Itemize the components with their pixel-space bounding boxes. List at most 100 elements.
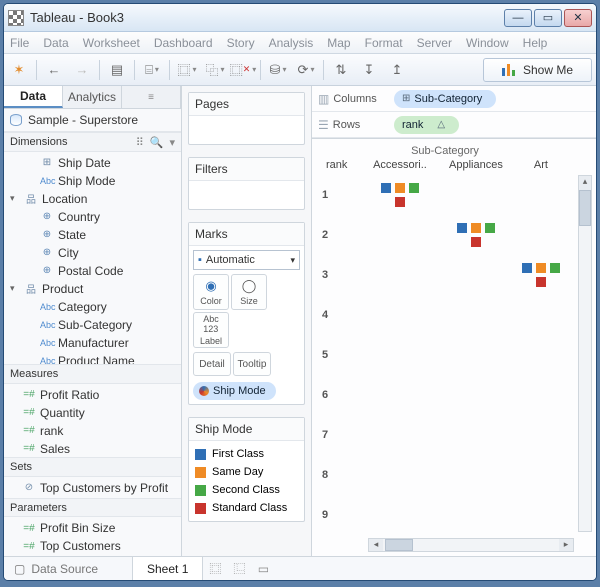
marks-card: Marks ▪ Automatic ▾ ◉Color ◯Size Abc123L… [188, 222, 305, 405]
menu-analysis[interactable]: Analysis [269, 36, 314, 50]
menu-help[interactable]: Help [523, 36, 548, 50]
menu-format[interactable]: Format [365, 36, 403, 50]
measures-header: Measures [4, 364, 181, 383]
datasource-item[interactable]: Sample - Superstore [4, 109, 181, 132]
forward-button[interactable]: → [71, 59, 93, 81]
cards-pane: Pages Filters Marks ▪ Automatic ▾ ◉Color [182, 86, 312, 556]
duplicate-button[interactable]: ⿻▾ [204, 59, 226, 81]
save-button[interactable]: ▤ [106, 59, 128, 81]
field-profit-bin-size[interactable]: =#Profit Bin Size [4, 519, 181, 537]
horizontal-scrollbar[interactable]: ◂ ▸ [368, 538, 574, 552]
connect-button[interactable]: ⛁▾ [267, 59, 289, 81]
search-icon[interactable]: 🔍 [150, 136, 164, 149]
maximize-button[interactable]: ▭ [534, 9, 562, 27]
new-datasource-button[interactable]: ⌸▾ [141, 59, 163, 81]
detail-button[interactable]: Detail [193, 352, 231, 376]
field-postal-code[interactable]: ⊕Postal Code [4, 262, 181, 280]
parameters-header: Parameters [4, 498, 181, 517]
legend-item[interactable]: Second Class [195, 481, 298, 499]
scroll-left-icon[interactable]: ◂ [369, 539, 383, 551]
field-category[interactable]: AbcCategory [4, 298, 181, 316]
menu-server[interactable]: Server [417, 36, 452, 50]
menu-data[interactable]: Data [43, 36, 68, 50]
rows-shelf[interactable]: ☰Rows rank△ [312, 112, 596, 138]
new-worksheet-button[interactable]: ⿴▾ [176, 59, 198, 81]
field-ship-date[interactable]: ⊞Ship Date [4, 154, 181, 172]
field-top-customers[interactable]: =#Top Customers [4, 537, 181, 555]
columns-pill-subcategory[interactable]: ⊞Sub-Category [394, 90, 496, 108]
tab-data[interactable]: Data [4, 86, 63, 108]
legend-card: Ship Mode First ClassSame DaySecond Clas… [188, 417, 305, 522]
new-dashboard-icon[interactable]: ⿺ [227, 560, 251, 577]
menu-map[interactable]: Map [327, 36, 350, 50]
field-rank[interactable]: =#rank [4, 422, 181, 440]
new-worksheet-icon[interactable]: ⿴ [203, 560, 227, 577]
minimize-button[interactable]: — [504, 9, 532, 27]
columns-shelf[interactable]: ▥ Columns ⊞Sub-Category [312, 86, 596, 112]
pages-card[interactable]: Pages [188, 92, 305, 145]
field-city[interactable]: ⊕City [4, 244, 181, 262]
app-icon [8, 10, 24, 26]
pages-label: Pages [189, 93, 304, 116]
field-state[interactable]: ⊕State [4, 226, 181, 244]
menu-worksheet[interactable]: Worksheet [83, 36, 140, 50]
scroll-right-icon[interactable]: ▸ [559, 539, 573, 551]
legend-item[interactable]: Same Day [195, 463, 298, 481]
color-button[interactable]: ◉Color [193, 274, 229, 310]
window-title: Tableau - Book3 [30, 10, 504, 25]
color-pill-shipmode[interactable]: Ship Mode [193, 382, 276, 400]
menu-story[interactable]: Story [227, 36, 255, 50]
sets-header: Sets [4, 457, 181, 476]
sheet-tab-1[interactable]: Sheet 1 [132, 557, 203, 580]
data-pane-menu-icon[interactable]: ≡ [122, 86, 181, 108]
field-quantity[interactable]: =#Quantity [4, 404, 181, 422]
worksheet-pane: ▥ Columns ⊞Sub-Category ☰Rows rank△ Sub-C… [312, 86, 596, 556]
scroll-thumb-h[interactable] [385, 539, 413, 551]
scroll-up-icon[interactable]: ▴ [579, 176, 591, 190]
rows-pill-rank[interactable]: rank△ [394, 116, 459, 134]
legend-item[interactable]: First Class [195, 445, 298, 463]
label-button[interactable]: Abc123Label [193, 312, 229, 348]
tab-analytics[interactable]: Analytics [63, 86, 122, 108]
show-me-button[interactable]: Show Me [483, 58, 592, 82]
mark-type-dropdown[interactable]: ▪ Automatic ▾ [193, 250, 300, 270]
tooltip-button[interactable]: Tooltip [233, 352, 271, 376]
field-profit-ratio[interactable]: =#Profit Ratio [4, 386, 181, 404]
size-button[interactable]: ◯Size [231, 274, 267, 310]
table-calc-icon: △ [437, 119, 445, 130]
clear-button[interactable]: ⿴✕▾ [232, 59, 254, 81]
menu-file[interactable]: File [10, 36, 29, 50]
field-ship-mode[interactable]: AbcShip Mode [4, 172, 181, 190]
dimensions-menu-icon[interactable]: ⠿ [136, 136, 144, 149]
field-sub-category[interactable]: AbcSub-Category [4, 316, 181, 334]
sort-asc-button[interactable]: ↧ [358, 59, 380, 81]
legend-item[interactable]: Standard Class [195, 499, 298, 517]
toolbar: ✶ ← → ▤ ⌸▾ ⿴▾ ⿻▾ ⿴✕▾ ⛁▾ ⟳▾ ⇅ ↧ ↥ Show Me [4, 54, 596, 86]
field-location[interactable]: 品Location [4, 190, 181, 208]
refresh-button[interactable]: ⟳▾ [295, 59, 317, 81]
menu-window[interactable]: Window [466, 36, 509, 50]
swap-button[interactable]: ⇅ [330, 59, 352, 81]
filters-card[interactable]: Filters [188, 157, 305, 210]
field-top-customers-by-profit[interactable]: ⊘Top Customers by Profit [4, 479, 181, 497]
menu-dashboard[interactable]: Dashboard [154, 36, 213, 50]
logo-icon[interactable]: ✶ [8, 59, 30, 81]
new-story-icon[interactable]: ▭ [251, 562, 275, 576]
columns-label: Columns [333, 93, 376, 105]
viz-area[interactable]: Sub-Category rankAccessori..AppliancesAr… [312, 139, 596, 556]
field-manufacturer[interactable]: AbcManufacturer [4, 334, 181, 352]
datasource-tab[interactable]: ▢Data Source [4, 562, 132, 576]
field-sales[interactable]: =#Sales [4, 440, 181, 458]
sets-tree: ⊘Top Customers by Profit [4, 477, 181, 498]
mark-type-value: Automatic [206, 254, 255, 266]
vertical-scrollbar[interactable]: ▴ [578, 175, 592, 532]
sort-desc-button[interactable]: ↥ [386, 59, 408, 81]
dropdown-icon[interactable]: ▾ [169, 136, 175, 149]
field-product-name[interactable]: AbcProduct Name [4, 352, 181, 364]
field-product[interactable]: 品Product [4, 280, 181, 298]
columns-icon: ▥ [318, 92, 329, 106]
scroll-thumb[interactable] [579, 190, 591, 226]
close-button[interactable]: ✕ [564, 9, 592, 27]
back-button[interactable]: ← [43, 59, 65, 81]
field-country[interactable]: ⊕Country [4, 208, 181, 226]
